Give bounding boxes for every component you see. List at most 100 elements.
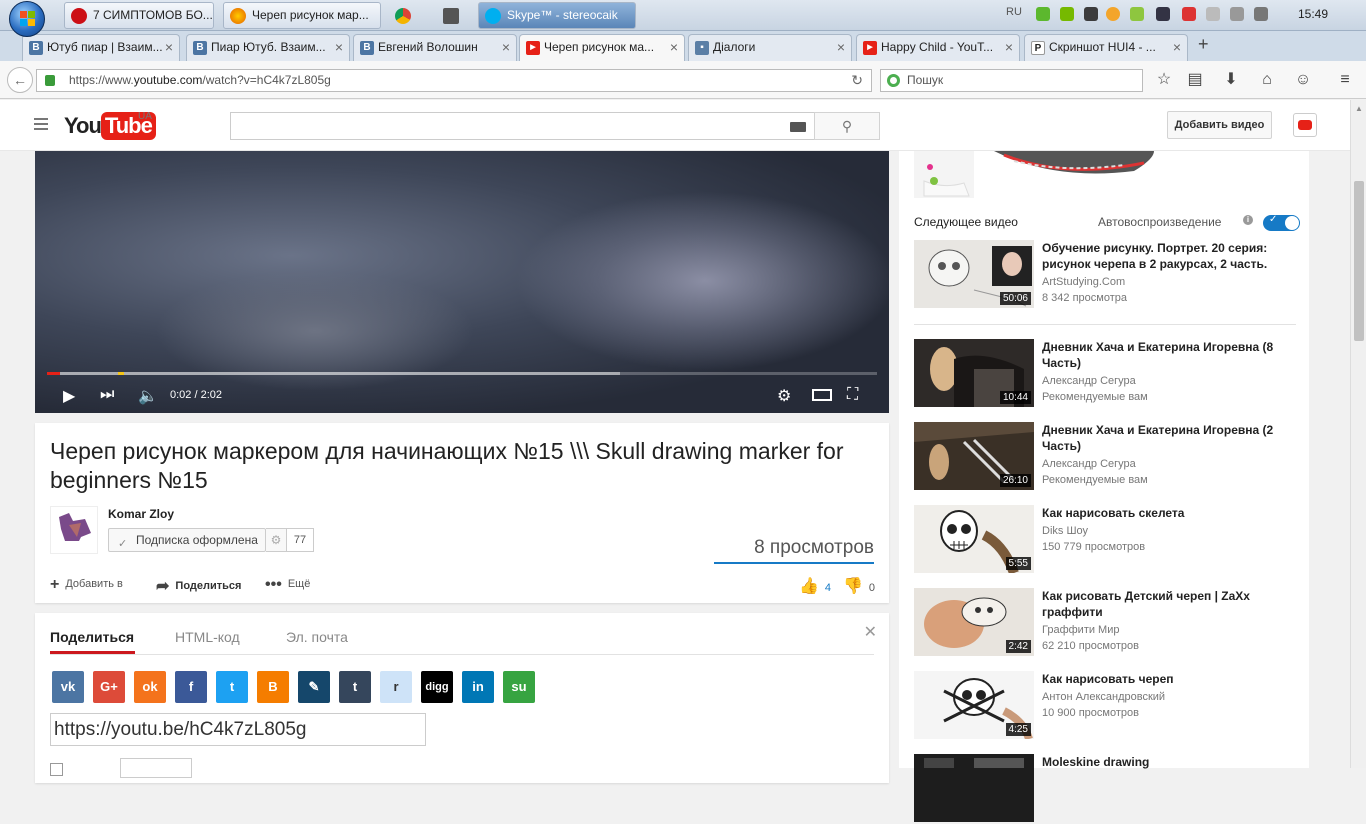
info-icon[interactable]: i — [1243, 215, 1253, 225]
subscription-settings-icon[interactable]: ⚙ — [266, 528, 287, 552]
video-thumbnail[interactable]: 4:25 — [914, 671, 1034, 739]
google-plus-share-button[interactable]: G+ — [93, 671, 125, 703]
add-to-button[interactable]: + Добавить в — [50, 576, 123, 594]
keyboard-icon[interactable] — [790, 122, 806, 132]
taskbar-button-app[interactable] — [436, 2, 474, 29]
video-title[interactable]: Обучение рисунку. Портрет. 20 серия: рис… — [1042, 240, 1292, 272]
related-video[interactable]: 50:06 Обучение рисунку. Портрет. 20 сери… — [914, 240, 1296, 310]
video-title[interactable]: Дневник Хача и Екатерина Игоревна (8 Час… — [1042, 339, 1292, 371]
related-video[interactable]: 10:44 Дневник Хача и Екатерина Игоревна … — [914, 339, 1296, 409]
video-thumbnail[interactable]: 26:10 — [914, 422, 1034, 490]
sidebar-preview-image[interactable] — [914, 151, 1296, 198]
youtube-search-input[interactable] — [230, 112, 814, 140]
share-url-field[interactable]: https://youtu.be/hC4k7zL805g — [50, 713, 426, 746]
video-thumbnail[interactable]: 5:55 — [914, 505, 1034, 573]
address-bar[interactable]: https://www.youtube.com/watch?v=hC4k7zL8… — [36, 69, 872, 92]
dislike-button[interactable]: 👎 0 — [843, 576, 875, 596]
back-button[interactable]: ← — [7, 67, 33, 93]
tab-dialogs[interactable]: ▪ Діалоги × — [688, 34, 852, 61]
channel-name[interactable]: Komar Zloy — [108, 507, 174, 521]
video-title[interactable]: Как рисовать Детский череп | ZaXx граффи… — [1042, 588, 1292, 620]
taskbar-button-firefox[interactable]: Череп рисунок мар... — [223, 2, 381, 29]
subscribed-button[interactable]: ✓ Подписка оформлена — [108, 528, 266, 552]
tab-vk-1[interactable]: B Ютуб пиар | Взаим... × — [22, 34, 180, 61]
volume-icon[interactable]: 🔈 — [138, 386, 158, 406]
video-title[interactable]: Как нарисовать скелета — [1042, 505, 1292, 521]
video-player[interactable]: ▶ ⏭ 🔈 0:02 / 2:02 ⚙ ⛶ — [35, 151, 889, 413]
close-tab-icon[interactable]: × — [670, 35, 678, 60]
new-tab-button[interactable]: + — [1198, 34, 1209, 55]
close-tab-icon[interactable]: × — [837, 35, 845, 60]
avatar[interactable] — [1293, 113, 1317, 137]
start-time-input[interactable] — [120, 758, 192, 778]
tray-icon-4[interactable] — [1106, 7, 1120, 21]
tray-icon-7[interactable] — [1182, 7, 1196, 21]
odnoklassniki-share-button[interactable]: ok — [134, 671, 166, 703]
related-video[interactable]: Moleskine drawing — [914, 754, 1296, 824]
video-thumbnail[interactable] — [914, 754, 1034, 822]
related-video[interactable]: 5:55 Как нарисовать скелета Diks Шоу 150… — [914, 505, 1296, 575]
home-icon[interactable]: ⌂ — [1258, 71, 1276, 89]
close-tab-icon[interactable]: × — [165, 35, 173, 60]
tray-icon-1[interactable] — [1036, 7, 1050, 21]
start-button[interactable] — [9, 1, 45, 37]
page-scrollbar[interactable]: ▲ — [1350, 100, 1366, 768]
progress-bar[interactable] — [47, 372, 877, 375]
scrollbar-thumb[interactable] — [1354, 181, 1364, 341]
search-button[interactable]: ⚲ — [814, 112, 880, 140]
taskbar-button-chrome[interactable] — [388, 2, 426, 29]
fullscreen-icon[interactable]: ⛶ — [847, 386, 858, 404]
related-video[interactable]: 4:25 Как нарисовать череп Антон Александ… — [914, 671, 1296, 741]
video-thumbnail[interactable]: 10:44 — [914, 339, 1034, 407]
account-icon[interactable]: ☺ — [1294, 71, 1312, 89]
vk-share-button[interactable]: vk — [52, 671, 84, 703]
tumblr-share-button[interactable]: t — [339, 671, 371, 703]
tab-youtube-active[interactable]: ▶ Череп рисунок ма... × — [519, 34, 685, 61]
close-tab-icon[interactable]: × — [335, 35, 343, 60]
tray-icon-5[interactable] — [1130, 7, 1144, 21]
taskbar-button-skype[interactable]: Skype™ - stereocaik — [478, 2, 636, 29]
twitter-share-button[interactable]: t — [216, 671, 248, 703]
play-icon[interactable]: ▶ — [63, 386, 75, 406]
bookmark-star-icon[interactable]: ☆ — [1155, 71, 1173, 89]
linkedin-share-button[interactable]: in — [462, 671, 494, 703]
taskbar-button-opera[interactable]: 7 СИМПТОМОВ БО... — [64, 2, 214, 29]
share-button[interactable]: ➦ Поделиться — [156, 576, 241, 596]
related-video[interactable]: 2:42 Как рисовать Детский череп | ZaXx г… — [914, 588, 1296, 658]
video-title[interactable]: Дневник Хача и Екатерина Игоревна (2 Час… — [1042, 422, 1292, 454]
video-thumbnail[interactable]: 2:42 — [914, 588, 1034, 656]
tab-embed[interactable]: HTML-код — [175, 629, 240, 645]
autoplay-toggle[interactable]: ✓ — [1263, 214, 1300, 231]
close-tab-icon[interactable]: × — [1173, 35, 1181, 60]
reddit-share-button[interactable]: r — [380, 671, 412, 703]
network-icon[interactable] — [1156, 7, 1170, 21]
close-tab-icon[interactable]: × — [1005, 35, 1013, 60]
guide-menu-icon[interactable] — [34, 118, 48, 130]
more-button[interactable]: ••• Ещё — [265, 576, 310, 594]
video-title[interactable]: Как нарисовать череп — [1042, 671, 1292, 687]
reload-icon[interactable]: ↻ — [851, 70, 863, 91]
close-icon[interactable]: ✕ — [864, 622, 877, 642]
tray-icon-8[interactable] — [1206, 7, 1220, 21]
tab-happy-child[interactable]: ▶ Happy Child - YouT... × — [856, 34, 1020, 61]
youtube-logo[interactable]: You Tube UA — [64, 111, 156, 140]
upload-button[interactable]: Добавить видео — [1167, 111, 1272, 139]
browser-search-field[interactable]: Пошук — [880, 69, 1143, 92]
volume-icon[interactable] — [1254, 7, 1268, 21]
tab-email[interactable]: Эл. почта — [286, 629, 348, 645]
related-video[interactable]: 26:10 Дневник Хача и Екатерина Игоревна … — [914, 422, 1296, 492]
settings-gear-icon[interactable]: ⚙ — [777, 386, 791, 406]
blogger-share-button[interactable]: B — [257, 671, 289, 703]
digg-share-button[interactable]: digg — [421, 671, 453, 703]
channel-avatar[interactable] — [50, 506, 98, 554]
tab-vk-3[interactable]: B Евгений Волошин × — [353, 34, 517, 61]
scroll-up-icon[interactable]: ▲ — [1355, 104, 1363, 113]
clock[interactable]: 15:49 — [1298, 7, 1328, 21]
menu-icon[interactable]: ≡ — [1336, 71, 1354, 89]
tray-icon-3[interactable] — [1084, 7, 1098, 21]
like-button[interactable]: 👍 4 — [799, 576, 831, 596]
tab-vk-2[interactable]: B Пиар Ютуб. Взаим... × — [186, 34, 350, 61]
bookmarks-list-icon[interactable]: ▤ — [1186, 71, 1204, 89]
facebook-share-button[interactable]: f — [175, 671, 207, 703]
tab-share[interactable]: Поделиться — [50, 629, 134, 645]
